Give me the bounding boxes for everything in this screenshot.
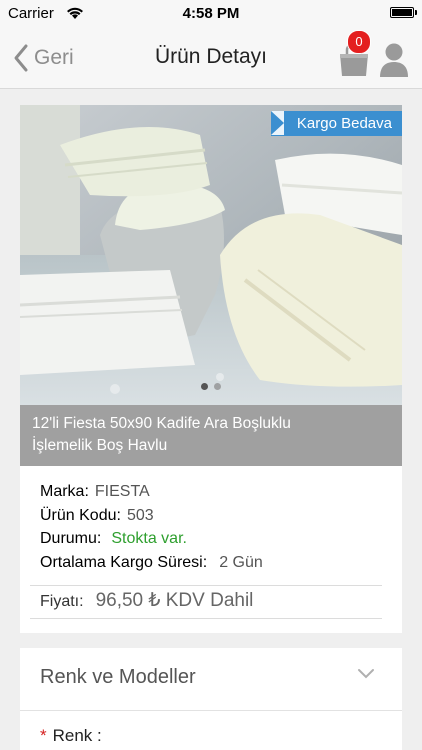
code-row: Ürün Kodu: 503 [40, 507, 154, 525]
price-label: Fiyatı: [40, 593, 84, 610]
shipping-value: 2 Gün [219, 554, 263, 571]
shipping-row: Ortalama Kargo Süresi: 2 Gün [40, 554, 263, 572]
stock-row: Durumu: Stokta var. [40, 530, 187, 548]
product-title-line1: 12'li Fiesta 50x90 Kadife Ara Boşluklu [32, 415, 291, 432]
status-bar: Carrier 4:58 PM [0, 0, 422, 28]
shipping-label: Ortalama Kargo Süresi: [40, 554, 208, 571]
color-field-label: * Renk : [40, 726, 102, 746]
variants-section[interactable]: Renk ve Modeller * Renk : [20, 648, 402, 750]
product-title: 12'li Fiesta 50x90 Kadife Ara Boşluklu İ… [20, 405, 402, 466]
status-time: 4:58 PM [182, 5, 240, 22]
brand-value: FIESTA [94, 483, 150, 500]
divider [30, 585, 382, 586]
cart-count-badge: 0 [347, 30, 371, 54]
page-dot-2[interactable] [214, 383, 221, 390]
product-title-line2: İşlemelik Boş Havlu [32, 437, 168, 454]
brand-row: Marka: FIESTA [40, 483, 150, 501]
variants-section-title: Renk ve Modeller [40, 666, 196, 688]
free-shipping-badge: Kargo Bedava [270, 111, 402, 136]
page-dot-1[interactable] [201, 383, 208, 390]
brand-label: Marka: [40, 483, 89, 500]
chevron-down-icon[interactable] [357, 668, 375, 680]
stock-value: Stokta var. [111, 530, 187, 547]
image-page-indicator[interactable] [20, 383, 402, 390]
code-label: Ürün Kodu: [40, 507, 121, 524]
battery-icon [390, 7, 417, 18]
user-icon[interactable] [378, 42, 410, 78]
product-image[interactable] [20, 105, 402, 405]
required-mark: * [40, 726, 47, 745]
divider [20, 710, 402, 711]
price-row: Fiyatı: 96,50 ₺ KDV Dahil [40, 589, 253, 612]
color-label-text: Renk : [52, 726, 102, 745]
divider [30, 618, 382, 619]
price-value: 96,50 ₺ KDV Dahil [95, 590, 254, 611]
product-card: Kargo Bedava 12'li Fiesta 50x90 Kadife A… [20, 105, 402, 633]
navigation-bar: Geri Ürün Detayı 0 [0, 28, 422, 89]
stock-label: Durumu: [40, 530, 102, 547]
code-value: 503 [126, 507, 154, 524]
